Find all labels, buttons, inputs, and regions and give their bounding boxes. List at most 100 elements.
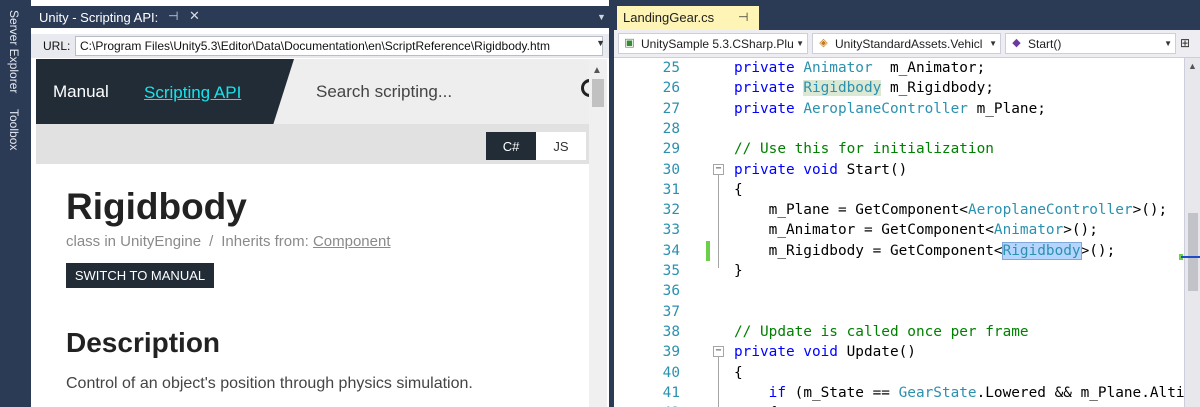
class-separator: /: [209, 233, 214, 250]
url-input[interactable]: C:\Program Files\Unity5.3\Editor\Data\Do…: [75, 36, 603, 56]
code-token: private void: [734, 344, 847, 361]
code-token: m_Plane;: [967, 100, 1046, 117]
code-line[interactable]: 40 {: [614, 363, 1184, 383]
project-dropdown-value: UnitySample 5.3.CSharp.Plu: [641, 37, 794, 51]
code-text: m_Animator = GetComponent<Animator>();: [734, 220, 1098, 240]
code-line[interactable]: 42 {: [614, 403, 1184, 407]
code-line[interactable]: 41 if (m_State == GearState.Lowered && m…: [614, 383, 1184, 403]
page-title: Rigidbody: [66, 186, 247, 227]
code-text: // Use this for initialization: [734, 139, 994, 159]
line-number: 40: [662, 364, 680, 381]
language-bar: C# JS: [36, 124, 589, 164]
collapse-icon[interactable]: −: [713, 163, 724, 175]
code-token: >();: [1063, 222, 1098, 239]
code-token: m_Rigidbody = GetComponent<: [734, 242, 1003, 259]
search-input[interactable]: Search scripting...: [316, 82, 452, 102]
chevron-down-icon[interactable]: ▼: [597, 12, 606, 22]
scroll-up-icon[interactable]: ▲: [592, 65, 602, 76]
line-number: 32: [662, 202, 680, 219]
code-line[interactable]: 26 private Rigidbody m_Rigidbody;: [614, 78, 1184, 98]
tab-landinggear[interactable]: LandingGear.cs ⊣: [617, 6, 759, 30]
code-token: .Lowered && m_Plane.Alti: [976, 384, 1184, 401]
code-line[interactable]: 28: [614, 119, 1184, 139]
code-line[interactable]: 38 // Update is called once per frame: [614, 322, 1184, 342]
collapse-icon[interactable]: −: [713, 346, 724, 358]
code-token: >();: [1080, 242, 1116, 259]
search-icon[interactable]: [581, 79, 589, 97]
line-number: 37: [662, 303, 680, 320]
code-token: Update(): [846, 344, 916, 361]
code-line[interactable]: 25 private Animator m_Animator;: [614, 58, 1184, 78]
code-token: AeroplaneController: [967, 202, 1133, 219]
inherits-label: Inherits from:: [221, 233, 309, 250]
code-line[interactable]: 30 − private void Start(): [614, 160, 1184, 180]
editor-navigation-bar: ▣ UnitySample 5.3.CSharp.Plu ▼ ◈ UnitySt…: [614, 30, 1200, 58]
class-icon: ◈: [819, 37, 828, 49]
line-number: 26: [662, 80, 680, 97]
line-number: 31: [662, 181, 680, 198]
code-token: private: [734, 100, 804, 117]
editor-scrollbar[interactable]: ▲: [1179, 58, 1200, 407]
code-token: >();: [1132, 202, 1168, 219]
class-namespace: class in UnityEngine: [66, 233, 202, 250]
nav-scripting-api-link[interactable]: Scripting API: [144, 83, 241, 103]
chevron-down-icon[interactable]: ▼: [596, 38, 605, 48]
nav-manual-link[interactable]: Manual: [53, 82, 109, 102]
method-icon: ◆: [1012, 37, 1021, 49]
description-text: Control of an object's position through …: [66, 375, 473, 392]
browser-scrollbar[interactable]: ▲: [589, 59, 607, 407]
code-token: (m_State ==: [794, 384, 899, 401]
lang-csharp-button[interactable]: C#: [486, 132, 536, 160]
code-line[interactable]: 33 m_Animator = GetComponent<Animator>()…: [614, 220, 1184, 240]
pin-icon[interactable]: ⊣: [168, 9, 178, 23]
url-value: C:\Program Files\Unity5.3\Editor\Data\Do…: [80, 39, 550, 53]
code-token: {: [734, 181, 743, 198]
code-line[interactable]: 39 − private void Update(): [614, 342, 1184, 362]
line-number: 42: [648, 403, 680, 407]
code-line[interactable]: 29 // Use this for initialization: [614, 139, 1184, 159]
chevron-down-icon[interactable]: ▼: [1164, 39, 1172, 48]
member-dropdown[interactable]: ◆ Start() ▼: [1005, 33, 1176, 54]
code-text: // Update is called once per frame: [734, 322, 1029, 342]
member-dropdown-value: Start(): [1028, 37, 1062, 51]
close-icon[interactable]: ✕: [189, 8, 200, 24]
code-token: // Update is called once per frame: [734, 323, 1029, 340]
code-text: {: [734, 363, 743, 383]
inherits-link[interactable]: Component: [313, 233, 391, 250]
code-editor: LandingGear.cs ⊣ ▣ UnitySample 5.3.CShar…: [614, 0, 1200, 407]
code-line[interactable]: 35}: [614, 261, 1184, 281]
pin-icon[interactable]: ⊣: [738, 10, 748, 24]
project-dropdown[interactable]: ▣ UnitySample 5.3.CSharp.Plu ▼: [618, 33, 808, 54]
scroll-up-icon[interactable]: ▲: [1188, 61, 1197, 71]
server-explorer-tab[interactable]: Server Explorer: [4, 6, 24, 98]
code-line[interactable]: 36: [614, 281, 1184, 301]
line-number: 35: [662, 263, 680, 279]
code-line[interactable]: 34 m_Rigidbody = GetComponent<Rigidbody>…: [614, 240, 1184, 261]
code-line[interactable]: 37: [614, 302, 1184, 322]
code-token: {: [734, 364, 743, 381]
switch-to-manual-button[interactable]: SWITCH TO MANUAL: [66, 263, 214, 288]
line-number: 34: [662, 242, 680, 259]
toolbox-tab[interactable]: Toolbox: [4, 106, 24, 154]
code-line[interactable]: 27 private AeroplaneController m_Plane;: [614, 99, 1184, 119]
scroll-thumb[interactable]: [592, 79, 604, 107]
csharp-project-icon: ▣: [624, 37, 635, 49]
chevron-down-icon[interactable]: ▼: [989, 39, 997, 48]
code-line[interactable]: 31 {: [614, 180, 1184, 200]
lang-js-button[interactable]: JS: [536, 132, 586, 160]
split-window-icon[interactable]: ⊞: [1180, 36, 1190, 50]
web-content: Manual Scripting API Search scripting...…: [36, 59, 589, 407]
code-text: }: [734, 261, 743, 281]
code-text: private Rigidbody m_Rigidbody;: [734, 78, 994, 98]
code-area[interactable]: 25 private Animator m_Animator; 26 private …: [614, 58, 1184, 407]
browser-title-bar: Unity - Scripting API: ⊣ ✕: [31, 6, 609, 28]
scroll-thumb[interactable]: [1188, 213, 1198, 291]
code-text: if (m_State == GearState.Lowered && m_Pl…: [734, 383, 1184, 403]
code-token: if: [768, 384, 795, 401]
class-dropdown[interactable]: ◈ UnityStandardAssets.Vehicl ▼: [812, 33, 1001, 54]
line-number: 30: [662, 161, 680, 178]
code-token: Animator: [803, 60, 873, 76]
code-line[interactable]: 32 m_Plane = GetComponent<AeroplaneContr…: [614, 200, 1184, 220]
chevron-down-icon[interactable]: ▼: [796, 39, 804, 48]
